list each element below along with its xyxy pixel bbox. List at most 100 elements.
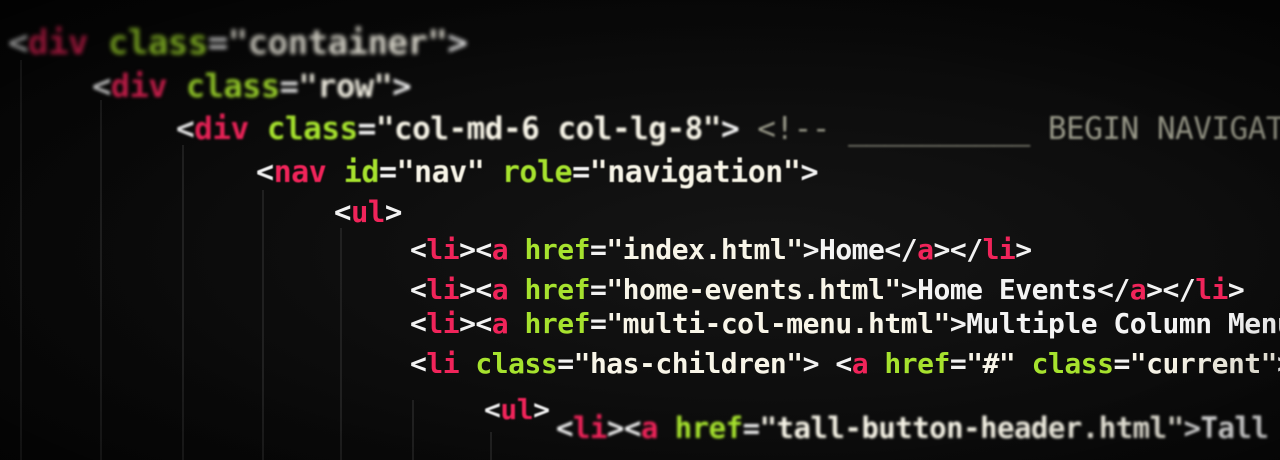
code-punctuation: =	[378, 155, 397, 190]
code-tag-name: a	[917, 233, 934, 266]
code-punctuation: ><	[606, 411, 641, 445]
indent-guide	[20, 60, 22, 460]
code-punctuation: <	[410, 273, 427, 306]
code-punctuation: =	[742, 411, 760, 445]
code-line: <li><a href="index.html">Home</a></li>	[410, 236, 1032, 264]
code-tag-name: div	[110, 67, 168, 105]
code-punctuation: <	[92, 67, 111, 105]
code-line: <li><a href="home-events.html">Home Even…	[410, 273, 1245, 306]
code-line: <div class="row">	[92, 67, 412, 105]
code-punctuation: <	[8, 23, 28, 63]
code-punctuation: >	[802, 233, 820, 266]
code-punctuation: =	[572, 155, 590, 190]
code-attribute-name: href	[508, 307, 591, 340]
code-attribute-name: class	[1015, 347, 1114, 380]
code-tag-name: ul	[350, 195, 385, 229]
code-punctuation: =	[589, 233, 607, 266]
code-punctuation: <	[410, 233, 427, 266]
code-punctuation: >	[800, 155, 818, 190]
code-tag-name: a	[1129, 273, 1147, 306]
code-punctuation: >	[447, 23, 468, 63]
code-line: <ul>	[484, 393, 550, 426]
code-photo: <div class="container"> <div class="row">…	[0, 0, 1280, 460]
code-punctuation: >	[1183, 411, 1201, 445]
code-attribute-name: href	[868, 347, 950, 380]
code-tag-name: a	[491, 273, 509, 306]
indent-guide	[490, 432, 492, 460]
code-punctuation: ></	[1146, 273, 1196, 306]
code-attribute-name: href	[508, 273, 591, 306]
code-punctuation: <	[410, 347, 427, 380]
code-punctuation: </	[884, 233, 918, 266]
indent-guide	[262, 190, 264, 460]
indent-guide	[182, 145, 184, 460]
code-attribute-name: class	[167, 67, 280, 105]
code-punctuation: ><	[459, 307, 492, 340]
code-punctuation: ></	[933, 233, 983, 266]
code-punctuation: >	[392, 67, 412, 105]
code-line: <div class="container">	[8, 23, 468, 63]
code-string-value: "container"	[227, 23, 448, 63]
code-comment: <!-- __________ BEGIN NAVIGATION _	[757, 111, 1280, 147]
code-text-content: Tall Button	[1200, 411, 1269, 445]
code-tag-name: li	[982, 233, 1016, 266]
code-punctuation: >	[900, 273, 918, 306]
code-line: <ul>	[334, 198, 402, 227]
code-line: <li><a href="multi-col-menu.html">Multip…	[410, 310, 1280, 338]
code-attribute-name: href	[657, 411, 743, 445]
code-punctuation: =	[357, 111, 377, 147]
code-tag-name: li	[426, 273, 460, 306]
code-tag-name: li	[1195, 273, 1228, 306]
code-tag-name: ul	[500, 393, 534, 426]
code-punctuation: =	[589, 273, 607, 306]
indent-guide	[100, 100, 102, 460]
code-punctuation: <	[556, 411, 573, 445]
code-attribute-name: role	[484, 155, 573, 190]
code-string-value: "col-md-6 col-lg-8"	[375, 111, 722, 147]
code-string-value: "nav"	[396, 155, 485, 190]
code-punctuation: <	[410, 307, 427, 340]
code-tag-name: a	[491, 233, 509, 266]
code-punctuation: <	[484, 393, 501, 426]
code-tag-name: a	[491, 307, 509, 340]
code-text-content: Home	[818, 233, 885, 266]
code-string-value: "home-events.html"	[606, 273, 901, 306]
code-punctuation: </	[1097, 273, 1130, 306]
code-attribute-name: href	[508, 233, 591, 266]
indent-guide	[412, 400, 414, 460]
code-string-value: "current"	[1129, 347, 1278, 380]
code-punctuation: >	[1015, 233, 1032, 266]
code-string-value: "tall-button-header.html"	[759, 411, 1185, 445]
code-punctuation: >	[1227, 273, 1245, 306]
code-punctuation: =	[589, 307, 607, 340]
code-tag-name: li	[572, 411, 607, 445]
code-attribute-name: class	[87, 23, 208, 63]
code-punctuation: <	[256, 155, 274, 190]
code-line: <li><a href="tall-button-header.html">Ta…	[556, 414, 1280, 443]
code-punctuation: >	[384, 195, 402, 229]
code-line: <div class="col-md-6 col-lg-8"> <!-- ___…	[176, 114, 1280, 145]
code-text-content: Home Events	[917, 273, 1098, 306]
code-punctuation: =	[557, 347, 574, 380]
code-tag-name: a	[640, 411, 658, 445]
code-tag-name: li	[426, 307, 460, 340]
code-attribute-name: class	[459, 347, 558, 380]
code-line: <nav id="nav" role="navigation">	[256, 158, 818, 188]
code-string-value: "has-children"	[573, 347, 804, 380]
code-tag-name: li	[426, 347, 460, 380]
code-string-value: "navigation"	[589, 155, 801, 190]
code-punctuation: >	[720, 111, 740, 147]
code-tag-name: a	[851, 347, 869, 380]
code-punctuation: =	[207, 23, 228, 63]
code-string-value: "row"	[298, 67, 393, 105]
code-punctuation: > <	[802, 347, 853, 380]
code-string-value: "#"	[966, 347, 1016, 380]
code-tag-name: li	[426, 233, 460, 266]
code-attribute-name: class	[248, 111, 358, 147]
code-punctuation: >	[533, 393, 550, 426]
indent-guide	[340, 228, 342, 460]
code-tag-name: div	[194, 111, 249, 147]
code-punctuation: <	[176, 111, 195, 147]
code-line: <li class="has-children"> <a href="#" cl…	[410, 350, 1280, 378]
code-punctuation: =	[1113, 347, 1130, 380]
